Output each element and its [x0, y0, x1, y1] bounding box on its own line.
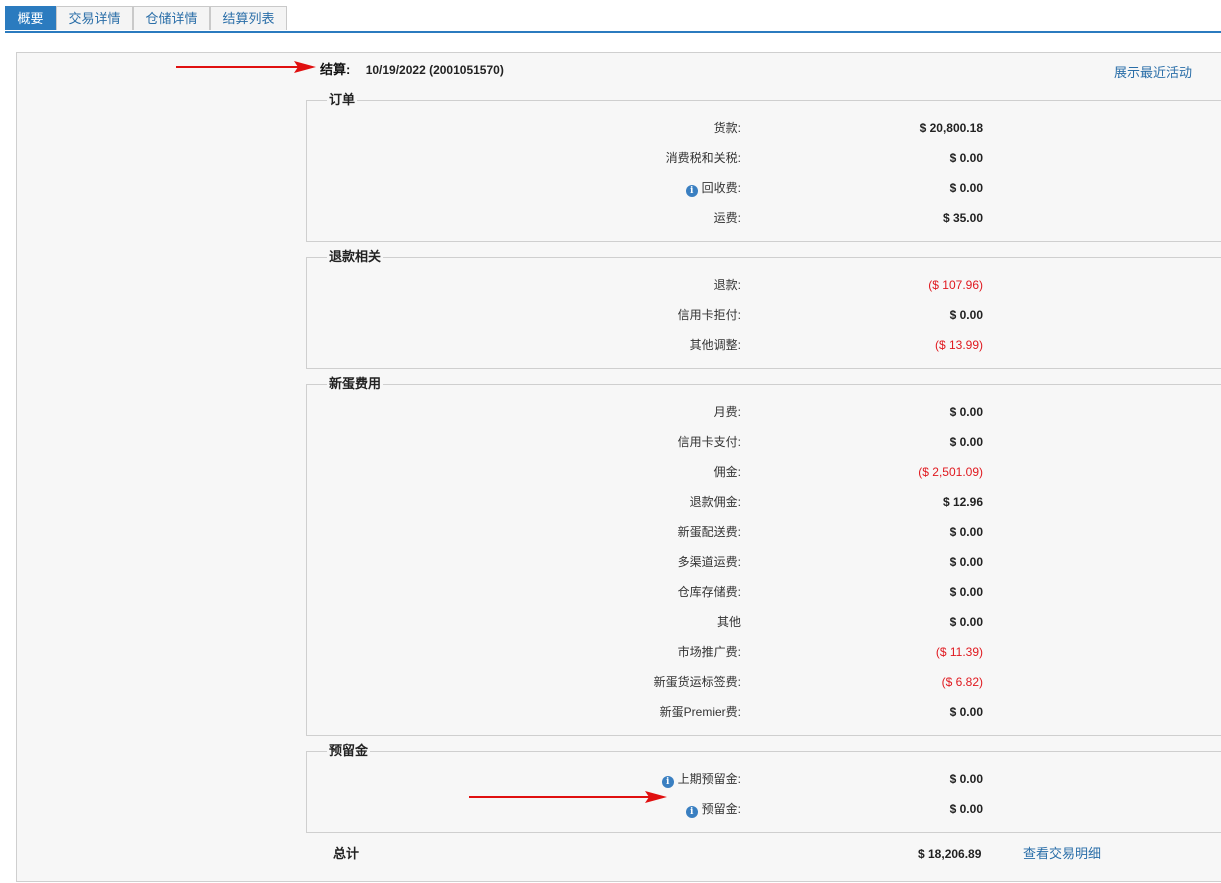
row-value: ($ 11.39)	[935, 645, 983, 659]
row-value: $ 0.00	[949, 308, 983, 322]
section-reserve: 预留金 i 上期预留金: $ 0.00 i 预留金: $ 0.00	[306, 743, 1221, 833]
total-label: 总计	[333, 846, 360, 861]
row-tax-duty: 消费税和关税: $ 0.00	[307, 150, 1221, 166]
row-value: $ 0.00	[949, 615, 983, 629]
row-previous-reserve: i 上期预留金: $ 0.00	[307, 771, 1221, 788]
settlement-value: 10/19/2022 (2001051570)	[365, 63, 504, 77]
row-label: 退款:	[713, 278, 741, 292]
section-title: 预留金	[327, 743, 371, 759]
row-label: 仓库存储费:	[677, 585, 741, 599]
row-label: 月费:	[713, 405, 741, 419]
row-value: $ 0.00	[949, 802, 983, 816]
row-value: $ 0.00	[949, 151, 983, 165]
row-label: 其他调整:	[689, 338, 741, 352]
row-monthly-fee: 月费: $ 0.00	[307, 404, 1221, 420]
row-label: 货款:	[713, 121, 741, 135]
settlement-label: 结算:	[320, 62, 351, 77]
tab-storage-details[interactable]: 仓储详情	[133, 6, 210, 30]
row-value: $ 0.00	[949, 435, 983, 449]
row-other-adjustment: 其他调整: ($ 13.99)	[307, 337, 1221, 353]
row-other: 其他 $ 0.00	[307, 614, 1221, 630]
row-label: 新蛋配送费:	[677, 525, 741, 539]
row-value: $ 12.96	[942, 495, 983, 509]
row-label: 信用卡拒付:	[677, 308, 741, 322]
row-value: $ 0.00	[949, 525, 983, 539]
row-warehouse-storage: 仓库存储费: $ 0.00	[307, 584, 1221, 600]
row-value: $ 0.00	[949, 705, 983, 719]
info-circle-icon[interactable]: i	[685, 185, 698, 197]
row-premier-fee: 新蛋Premier费: $ 0.00	[307, 704, 1221, 720]
row-goods-payment: 货款: $ 20,800.18	[307, 120, 1221, 136]
row-commission: 佣金: ($ 2,501.09)	[307, 464, 1221, 480]
total-value: $ 18,206.89	[918, 847, 982, 861]
row-label: 预留金:	[701, 802, 741, 816]
settlement-header: 结算: 10/19/2022 (2001051570)	[320, 62, 504, 78]
row-multichannel-shipping: 多渠道运费: $ 0.00	[307, 554, 1221, 570]
row-recycling-fee: i 回收费: $ 0.00	[307, 180, 1221, 197]
section-title: 退款相关	[327, 249, 384, 265]
row-label: 其他	[716, 615, 741, 629]
info-circle-icon[interactable]: i	[685, 806, 698, 818]
row-marketing-fee: 市场推广费: ($ 11.39)	[307, 644, 1221, 660]
red-arrow-icon	[176, 61, 316, 73]
row-value: $ 35.00	[942, 211, 983, 225]
row-label-with-icon: i 回收费:	[685, 180, 741, 197]
row-label: 上期预留金:	[677, 772, 741, 786]
section-newegg-fees: 新蛋费用 月费: $ 0.00 信用卡支付: $ 0.00 佣金: ($ 2,5…	[306, 376, 1221, 736]
row-value: $ 0.00	[949, 585, 983, 599]
tab-overview[interactable]: 概要	[5, 6, 56, 30]
row-label: 佣金:	[713, 465, 741, 479]
row-label: 市场推广费:	[677, 645, 741, 659]
row-label: 新蛋货运标签费:	[653, 675, 741, 689]
tab-transaction-details[interactable]: 交易详情	[56, 6, 133, 30]
row-value: $ 0.00	[949, 405, 983, 419]
row-card-payment: 信用卡支付: $ 0.00	[307, 434, 1221, 450]
row-value: $ 0.00	[949, 555, 983, 569]
row-refund-commission: 退款佣金: $ 12.96	[307, 494, 1221, 510]
info-circle-icon[interactable]: i	[661, 776, 674, 788]
row-value: $ 0.00	[949, 181, 983, 195]
section-title: 订单	[327, 92, 358, 108]
row-label: 信用卡支付:	[677, 435, 741, 449]
row-value: ($ 13.99)	[934, 338, 983, 352]
row-shipping-label-fee: 新蛋货运标签费: ($ 6.82)	[307, 674, 1221, 690]
row-label: 多渠道运费:	[677, 555, 741, 569]
show-recent-activity-link[interactable]: 展示最近活动	[1114, 62, 1192, 81]
row-value: $ 20,800.18	[919, 121, 983, 135]
row-value: ($ 2,501.09)	[918, 465, 983, 479]
total-row: 总计 $ 18,206.89 查看交易明细	[306, 846, 1221, 862]
tab-settlement-list[interactable]: 结算列表	[210, 6, 287, 30]
tab-bar: 概要 交易详情 仓储详情 结算列表	[5, 6, 1221, 33]
row-value: ($ 107.96)	[928, 278, 983, 292]
row-value: ($ 6.82)	[941, 675, 983, 689]
view-transaction-details-link[interactable]: 查看交易明细	[1023, 846, 1101, 862]
section-orders: 订单 货款: $ 20,800.18 消费税和关税: $ 0.00 i 回收费: …	[306, 92, 1221, 242]
row-label: 运费:	[713, 211, 741, 225]
row-reserve: i 预留金: $ 0.00	[307, 801, 1221, 818]
row-label: 退款佣金:	[689, 495, 741, 509]
row-label-with-icon: i 上期预留金:	[661, 771, 741, 788]
row-label: 新蛋Premier费:	[659, 705, 741, 719]
row-label: 消费税和关税:	[665, 151, 741, 165]
row-label: 回收费:	[701, 181, 741, 195]
row-value: $ 0.00	[949, 772, 983, 786]
row-shipping: 运费: $ 35.00	[307, 210, 1221, 226]
section-title: 新蛋费用	[327, 376, 384, 392]
section-refunds: 退款相关 退款: ($ 107.96) 信用卡拒付: $ 0.00 其他调整: …	[306, 249, 1221, 369]
row-refund: 退款: ($ 107.96)	[307, 277, 1221, 293]
red-arrow-icon	[469, 791, 667, 803]
row-chargeback: 信用卡拒付: $ 0.00	[307, 307, 1221, 323]
row-newegg-delivery-fee: 新蛋配送费: $ 0.00	[307, 524, 1221, 540]
row-label-with-icon: i 预留金:	[685, 801, 741, 818]
